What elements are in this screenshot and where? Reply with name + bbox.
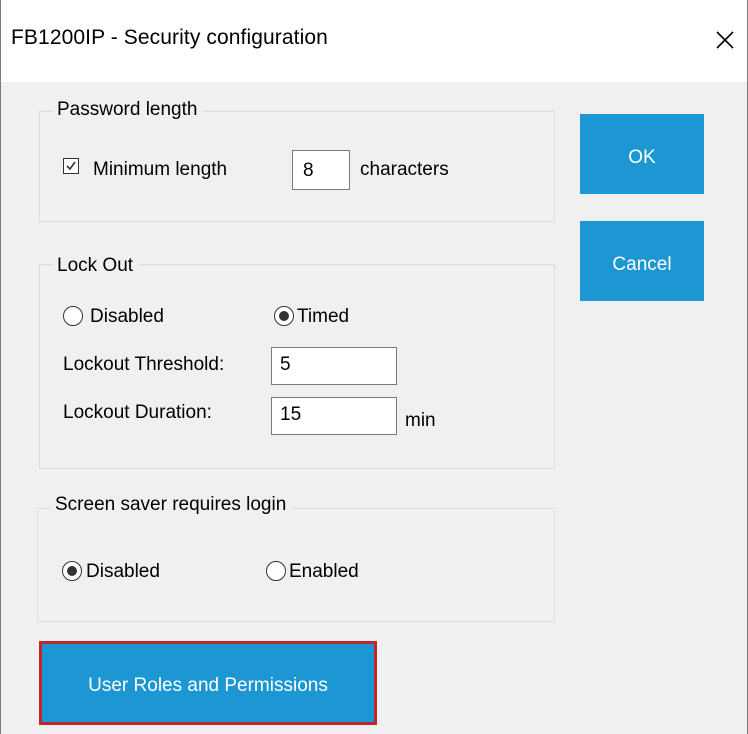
ok-button[interactable]: OK xyxy=(580,114,704,194)
screen-saver-disabled-label: Disabled xyxy=(86,561,160,582)
window-title: FB1200IP - Security configuration xyxy=(11,26,328,49)
checkmark-icon xyxy=(66,161,76,171)
ok-button-label: OK xyxy=(628,147,656,168)
minimum-length-checkbox[interactable] xyxy=(63,158,79,174)
screen-saver-disabled-radio[interactable] xyxy=(62,561,82,581)
cancel-button-label: Cancel xyxy=(612,254,672,275)
lockout-duration-input[interactable]: 15 xyxy=(271,397,397,435)
close-button[interactable] xyxy=(703,18,747,62)
screen-saver-enabled-label: Enabled xyxy=(289,561,359,582)
title-bar: FB1200IP - Security configuration xyxy=(1,0,747,82)
characters-label: characters xyxy=(360,159,449,180)
lockout-disabled-label: Disabled xyxy=(90,306,164,327)
user-roles-button[interactable]: User Roles and Permissions xyxy=(39,641,377,725)
lockout-threshold-label: Lockout Threshold: xyxy=(63,354,225,375)
lockout-timed-radio[interactable] xyxy=(274,306,294,326)
lockout-duration-units: min xyxy=(405,410,436,431)
screen-saver-legend: Screen saver requires login xyxy=(51,494,293,516)
minimum-length-input[interactable]: 8 xyxy=(292,150,350,190)
screen-saver-enabled-radio[interactable] xyxy=(266,561,286,581)
lockout-duration-label: Lockout Duration: xyxy=(63,402,212,423)
lockout-disabled-radio[interactable] xyxy=(63,306,83,326)
cancel-button[interactable]: Cancel xyxy=(580,221,704,301)
user-roles-button-label: User Roles and Permissions xyxy=(88,675,328,696)
minimum-length-label: Minimum length xyxy=(93,159,228,180)
lockout-timed-label: Timed xyxy=(297,306,350,327)
close-icon xyxy=(716,31,734,49)
security-config-dialog: FB1200IP - Security configuration Passwo… xyxy=(0,0,748,734)
lockout-threshold-input[interactable]: 5 xyxy=(271,347,397,385)
password-length-legend: Password length xyxy=(53,99,204,121)
lock-out-legend: Lock Out xyxy=(53,255,140,277)
